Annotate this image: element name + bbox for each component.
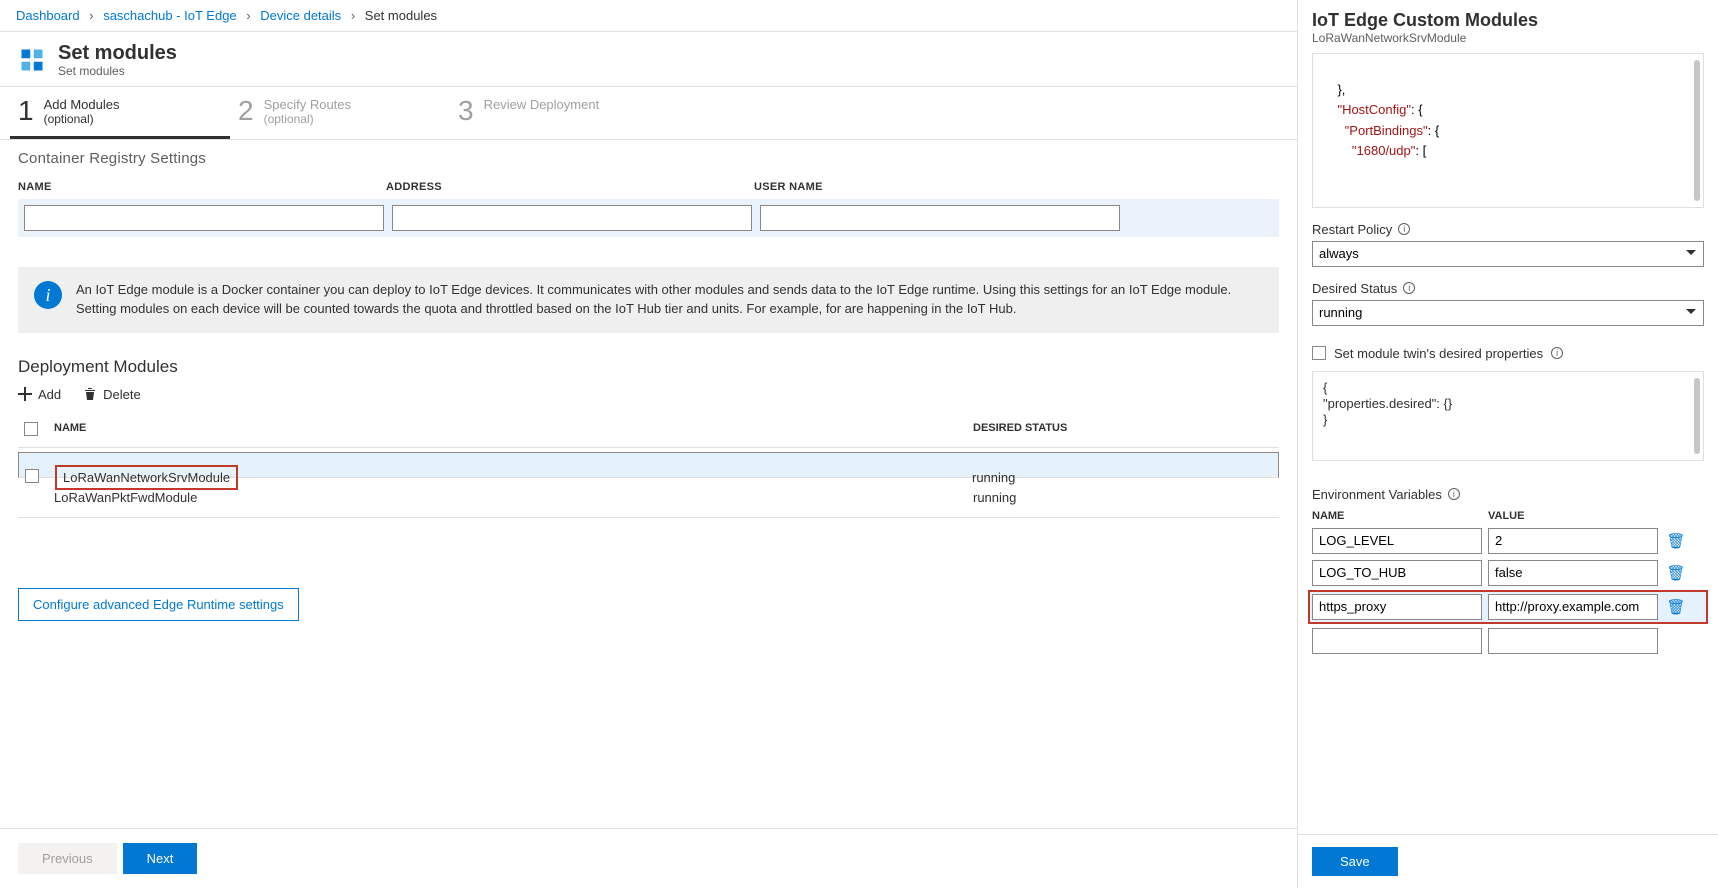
crumb-hub[interactable]: saschachub - IoT Edge	[103, 8, 236, 23]
deployment-modules-title: Deployment Modules	[18, 357, 1279, 377]
crumb-device-details[interactable]: Device details	[260, 8, 341, 23]
trash-icon	[83, 387, 97, 401]
env-row: 🗑	[1312, 528, 1704, 554]
modules-table: NAME DESIRED STATUS LoRaWanNetworkSrvMod…	[18, 414, 1279, 518]
delete-button[interactable]: Delete	[83, 387, 141, 402]
previous-button[interactable]: Previous	[18, 843, 117, 874]
env-name-input[interactable]	[1312, 594, 1482, 620]
info-icon[interactable]: i	[1448, 488, 1460, 500]
stepper: 1 Add Modules (optional) 2 Specify Route…	[0, 87, 1297, 140]
crumb-dashboard[interactable]: Dashboard	[16, 8, 80, 23]
module-status: running	[972, 470, 1272, 485]
env-col-name: NAME	[1312, 510, 1482, 522]
main-pane: Dashboard › saschachub - IoT Edge › Devi…	[0, 0, 1298, 888]
page-title: Set modules	[58, 42, 177, 64]
module-name[interactable]: LoRaWanNetworkSrvModule	[55, 465, 238, 490]
module-twin-label: Set module twin's desired properties	[1334, 346, 1543, 361]
module-name[interactable]: LoRaWanPktFwdModule	[54, 490, 973, 505]
env-row: 🗑	[1312, 560, 1704, 586]
wizard-footer: Previous Next	[0, 828, 1297, 888]
module-twin-checkbox[interactable]	[1312, 346, 1326, 360]
env-name-input[interactable]	[1312, 628, 1482, 654]
registry-address-input[interactable]	[392, 205, 752, 231]
save-button[interactable]: Save	[1312, 847, 1398, 876]
delete-env-icon[interactable]: 🗑	[1664, 564, 1688, 582]
env-vars-label: Environment Variables	[1312, 487, 1442, 502]
scrollbar[interactable]	[1694, 378, 1700, 454]
page-subtitle: Set modules	[58, 64, 177, 78]
plus-icon	[18, 387, 32, 401]
delete-env-icon[interactable]: 🗑	[1664, 598, 1688, 616]
panel-title: IoT Edge Custom Modules	[1298, 0, 1718, 31]
step-review-deployment[interactable]: 3 Review Deployment	[450, 93, 670, 139]
env-name-input[interactable]	[1312, 528, 1482, 554]
modules-icon	[18, 46, 46, 74]
panel-footer: Save	[1298, 834, 1718, 888]
add-button[interactable]: Add	[18, 387, 61, 402]
env-name-input[interactable]	[1312, 560, 1482, 586]
info-icon: i	[34, 281, 62, 309]
env-value-input[interactable]	[1488, 528, 1658, 554]
module-status: running	[973, 490, 1273, 505]
step3-label: Review Deployment	[484, 97, 600, 112]
reg-col-name: NAME	[18, 181, 378, 199]
panel-subtitle: LoRaWanNetworkSrvModule	[1298, 31, 1718, 53]
step-add-modules[interactable]: 1 Add Modules (optional)	[10, 93, 230, 139]
table-row[interactable]: LoRaWanNetworkSrvModule running	[18, 452, 1279, 478]
desired-status-label: Desired Status	[1312, 281, 1397, 296]
registry-row	[18, 199, 1279, 237]
env-row	[1312, 628, 1704, 654]
env-value-input[interactable]	[1488, 560, 1658, 586]
side-panel: IoT Edge Custom Modules LoRaWanNetworkSr…	[1298, 0, 1718, 888]
col-name: NAME	[54, 422, 973, 439]
page-header: Set modules Set modules	[0, 32, 1297, 87]
restart-policy-label: Restart Policy	[1312, 222, 1392, 237]
panel-scroll[interactable]: }, "HostConfig": { "PortBindings": { "16…	[1298, 53, 1718, 834]
env-value-input[interactable]	[1488, 594, 1658, 620]
restart-policy-select[interactable]	[1312, 241, 1704, 267]
registry-username-input[interactable]	[760, 205, 1120, 231]
next-button[interactable]: Next	[123, 843, 198, 874]
step1-optional: (optional)	[44, 112, 120, 126]
step1-label: Add Modules	[44, 97, 120, 112]
info-icon[interactable]: i	[1551, 347, 1563, 359]
crumb-current: Set modules	[365, 8, 437, 23]
reg-col-address: ADDRESS	[386, 181, 746, 199]
desired-status-select[interactable]	[1312, 300, 1704, 326]
row-checkbox[interactable]	[25, 469, 39, 483]
info-icon[interactable]: i	[1403, 282, 1415, 294]
env-col-value: VALUE	[1488, 510, 1658, 522]
delete-env-icon[interactable]: 🗑	[1664, 532, 1688, 550]
scrollbar[interactable]	[1694, 60, 1700, 201]
env-value-input[interactable]	[1488, 628, 1658, 654]
info-icon[interactable]: i	[1398, 223, 1410, 235]
info-text: An IoT Edge module is a Docker container…	[76, 281, 1263, 319]
configure-runtime-link[interactable]: Configure advanced Edge Runtime settings	[18, 588, 299, 621]
step2-optional: (optional)	[264, 112, 351, 126]
info-banner: i An IoT Edge module is a Docker contain…	[18, 267, 1279, 333]
module-twin-editor[interactable]: { "properties.desired": {} }	[1312, 371, 1704, 461]
create-options-editor[interactable]: }, "HostConfig": { "PortBindings": { "16…	[1312, 53, 1704, 208]
step-specify-routes[interactable]: 2 Specify Routes (optional)	[230, 93, 450, 139]
reg-col-username: USER NAME	[754, 181, 1114, 199]
registry-name-input[interactable]	[24, 205, 384, 231]
col-desired-status: DESIRED STATUS	[973, 422, 1273, 439]
select-all-checkbox[interactable]	[24, 422, 38, 436]
env-row: 🗑	[1310, 592, 1706, 622]
registry-section-title: Container Registry Settings	[18, 150, 1279, 167]
breadcrumb: Dashboard › saschachub - IoT Edge › Devi…	[0, 0, 1297, 32]
main-scroll[interactable]: Container Registry Settings NAME ADDRESS…	[0, 140, 1297, 828]
step2-label: Specify Routes	[264, 97, 351, 112]
